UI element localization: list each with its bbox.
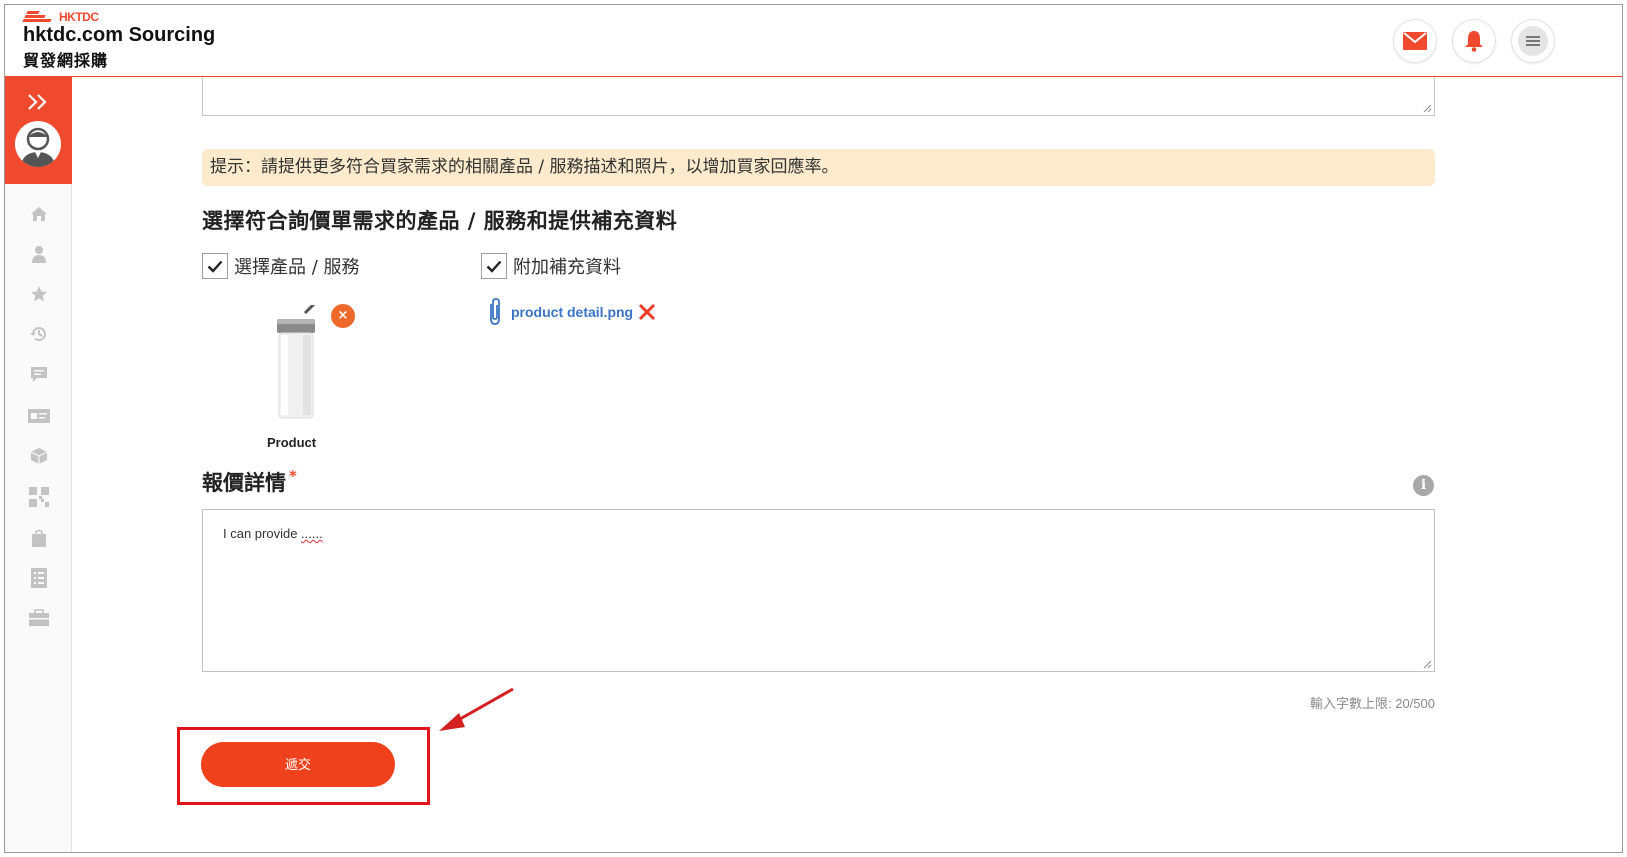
quote-details-textarea[interactable]: I can provide ...... (202, 509, 1435, 672)
checkmark-icon (486, 260, 502, 273)
home-icon[interactable] (27, 203, 51, 225)
qr-code-icon[interactable] (27, 486, 51, 508)
list-icon[interactable] (27, 567, 51, 589)
main-content: 提示：請提供更多符合買家需求的相關產品 / 服務描述和照片，以增加買家回應率。 … (73, 77, 1622, 852)
menu-button[interactable] (1511, 19, 1555, 63)
brand-name-zh[interactable]: 貿發網採購 (23, 47, 108, 71)
avatar[interactable] (15, 121, 61, 167)
hint-banner: 提示：請提供更多符合買家需求的相關產品 / 服務描述和照片，以增加買家回應率。 (202, 149, 1435, 186)
attachment-item: product detail.png (485, 297, 656, 327)
remove-attachment-icon[interactable] (638, 303, 656, 321)
attachment-filename[interactable]: product detail.png (511, 304, 633, 320)
attach-info-label: 附加補充資料 (513, 257, 621, 278)
messages-button[interactable] (1393, 19, 1437, 63)
notifications-button[interactable] (1452, 19, 1496, 63)
app-window: HKTDC hktdc.com Sourcing 貿發網採購 提示：請提供更多符… (4, 4, 1623, 853)
annotation-arrow-icon (439, 687, 514, 731)
id-card-icon[interactable] (27, 405, 51, 427)
previous-textarea[interactable] (202, 77, 1435, 116)
quote-details-title: 報價詳情 * (202, 467, 297, 497)
attach-info-checkbox[interactable] (481, 253, 507, 279)
char-count: 輸入字數上限: 20/500 (1310, 696, 1435, 711)
mail-icon (1403, 32, 1427, 50)
sidebar (5, 77, 72, 852)
quote-text: I can provide (223, 526, 302, 541)
quote-text-misspelled: ...... (301, 526, 323, 541)
hamburger-menu-icon (1518, 26, 1548, 56)
logo-sail-icon (22, 11, 57, 23)
resize-grip-icon[interactable] (1423, 104, 1432, 113)
product-name: Product (267, 435, 317, 450)
select-products-checkbox[interactable] (202, 253, 228, 279)
box-icon[interactable] (27, 445, 51, 467)
briefcase-icon[interactable] (27, 607, 51, 629)
checkmark-icon (207, 260, 223, 273)
bell-icon (1465, 31, 1483, 52)
logo-mark-text: HKTDC (59, 10, 99, 24)
attach-info-option[interactable]: 附加補充資料 (481, 253, 621, 279)
select-products-label: 選擇產品 / 服務 (234, 257, 360, 278)
submit-button[interactable]: 遞交 (201, 742, 395, 787)
required-mark: * (289, 467, 297, 485)
user-avatar-icon (20, 127, 56, 167)
star-icon[interactable] (27, 283, 51, 305)
user-icon[interactable] (27, 243, 51, 265)
sidebar-header (5, 77, 72, 184)
brand-name-en[interactable]: hktdc.com Sourcing (23, 24, 215, 47)
message-icon[interactable] (27, 364, 51, 386)
quote-details-label: 報價詳情 (202, 471, 286, 495)
resize-grip-icon[interactable] (1423, 660, 1432, 669)
remove-product-button[interactable]: × (331, 304, 355, 328)
top-header: HKTDC hktdc.com Sourcing 貿發網採購 (5, 5, 1622, 77)
section-title: 選擇符合詢價單需求的產品 / 服務和提供補充資料 (202, 209, 678, 233)
double-chevron-right-icon[interactable] (27, 93, 49, 111)
select-products-option[interactable]: 選擇產品 / 服務 (202, 253, 360, 279)
paperclip-icon (490, 298, 500, 325)
info-icon[interactable]: i (1413, 475, 1434, 496)
shopping-bag-icon[interactable] (27, 527, 51, 549)
hktdc-logo[interactable]: HKTDC (22, 10, 99, 24)
history-icon[interactable] (27, 323, 51, 345)
